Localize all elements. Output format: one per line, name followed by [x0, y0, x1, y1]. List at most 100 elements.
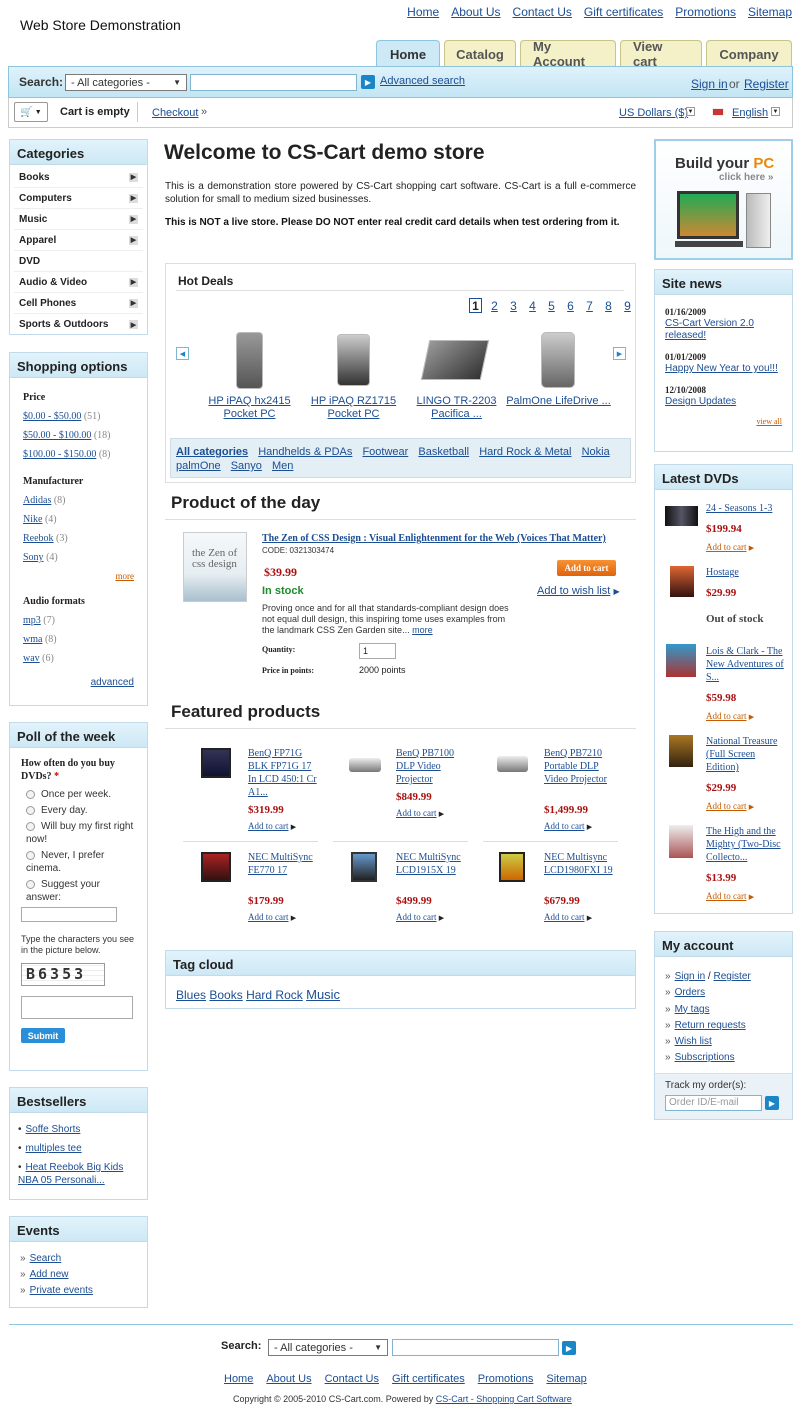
dvd-cover[interactable] — [669, 735, 693, 767]
product-image[interactable] — [541, 332, 575, 388]
currency-select[interactable]: US Dollars ($) — [619, 107, 688, 119]
account-wishlist-link[interactable]: Wish list — [665, 1034, 782, 1050]
cart-dropdown[interactable]: 🛒 ▼ — [14, 102, 48, 122]
carousel-next-button[interactable]: ▶ — [613, 347, 626, 360]
tab-my-account[interactable]: My Account — [520, 39, 616, 69]
featured-add-to-cart[interactable]: Add to cart ▶ — [544, 912, 592, 922]
search-category-select[interactable]: - All categories - ▼ — [65, 74, 187, 91]
featured-product-name[interactable]: NEC MultiSync FE770 17 — [248, 851, 318, 877]
page-number[interactable]: 4 — [526, 298, 539, 313]
sign-in-link[interactable]: Sign in — [691, 77, 728, 91]
hot-deal-category[interactable]: Footwear — [362, 446, 408, 458]
radio-button[interactable] — [26, 879, 35, 889]
hot-deal-category[interactable]: Basketball — [418, 446, 469, 458]
search-go-button[interactable]: ▶ — [361, 75, 375, 89]
hot-deal-category[interactable]: Handhelds & PDAs — [258, 446, 352, 458]
product-image[interactable] — [236, 332, 263, 389]
dvd-add-to-cart[interactable]: Add to cart ▶ — [706, 891, 754, 901]
tag-link[interactable]: Hard Rock — [246, 988, 303, 1002]
bestseller-item[interactable]: Heat Reebok Big Kids NBA 05 Personali... — [18, 1161, 139, 1187]
footer-search-input[interactable] — [392, 1339, 559, 1356]
footer-link-promotions[interactable]: Promotions — [478, 1373, 534, 1385]
track-order-go-button[interactable]: ▶ — [765, 1096, 779, 1110]
dvd-name[interactable]: The High and the Mighty (Two-Disc Collec… — [706, 825, 788, 864]
tag-link[interactable]: Blues — [176, 988, 206, 1002]
hot-deal-category[interactable]: Men — [272, 460, 293, 472]
dvd-name[interactable]: National Treasure (Full Screen Edition) — [706, 735, 788, 774]
footer-link-home[interactable]: Home — [224, 1373, 253, 1385]
page-number[interactable]: 9 — [621, 298, 634, 313]
product-image[interactable] — [420, 340, 490, 380]
featured-add-to-cart[interactable]: Add to cart ▶ — [248, 912, 296, 922]
captcha-input[interactable] — [21, 996, 133, 1019]
add-to-cart-button[interactable]: Add to cart — [557, 560, 616, 576]
top-link-home[interactable]: Home — [407, 5, 439, 19]
featured-product-name[interactable]: NEC MultiSync LCD1915X 19 — [396, 851, 466, 877]
poll-submit-button[interactable]: Submit — [21, 1028, 65, 1043]
featured-add-to-cart[interactable]: Add to cart ▶ — [544, 821, 592, 831]
manufacturer-option[interactable]: Reebok (3) — [23, 529, 134, 548]
category-audio-video[interactable]: Audio & Video ▶ — [14, 272, 143, 293]
page-number[interactable]: 3 — [507, 298, 520, 313]
featured-add-to-cart[interactable]: Add to cart ▶ — [396, 912, 444, 922]
poll-option[interactable]: Suggest your answer: — [26, 878, 136, 904]
featured-product-name[interactable]: BenQ FP71G BLK FP71G 17 In LCD 450:1 Cr … — [248, 747, 318, 799]
tab-view-cart[interactable]: View cart — [620, 39, 702, 69]
store-logo[interactable]: Web Store Demonstration — [20, 17, 181, 33]
dvd-name[interactable]: 24 - Seasons 1-3 — [706, 503, 788, 515]
footer-link-about[interactable]: About Us — [266, 1373, 311, 1385]
product-image[interactable] — [201, 748, 231, 778]
account-register-link[interactable]: Register — [713, 971, 750, 982]
dvd-cover[interactable] — [666, 644, 696, 677]
dvd-add-to-cart[interactable]: Add to cart ▶ — [706, 801, 754, 811]
top-link-sitemap[interactable]: Sitemap — [748, 5, 792, 19]
featured-add-to-cart[interactable]: Add to cart ▶ — [396, 808, 444, 818]
footer-link-sitemap[interactable]: Sitemap — [546, 1373, 586, 1385]
news-item[interactable]: CS-Cart Version 2.0 released! — [665, 318, 782, 342]
audio-option[interactable]: mp3 (7) — [23, 611, 134, 630]
footer-category-select[interactable]: - All categories - ▼ — [268, 1339, 388, 1356]
poll-option[interactable]: Every day. — [26, 804, 136, 817]
category-cell-phones[interactable]: Cell Phones ▶ — [14, 293, 143, 314]
hot-deal-category[interactable]: Nokia — [582, 446, 610, 458]
account-returns-link[interactable]: Return requests — [665, 1018, 782, 1034]
price-option[interactable]: $100.00 - $150.00 (8) — [23, 445, 134, 464]
track-order-input[interactable]: Order ID/E-mail — [665, 1095, 762, 1111]
page-number[interactable]: 5 — [545, 298, 558, 313]
page-number[interactable]: 8 — [602, 298, 615, 313]
hot-deal-category[interactable]: Hard Rock & Metal — [479, 446, 571, 458]
more-manufacturers-link[interactable]: more — [116, 571, 135, 581]
advanced-filter-link[interactable]: advanced — [91, 677, 134, 688]
category-books[interactable]: Books ▶ — [14, 167, 143, 188]
hot-deal-product[interactable]: PalmOne LifeDrive ... — [506, 395, 611, 408]
dvd-name[interactable]: Hostage — [706, 567, 788, 579]
category-dvd[interactable]: DVD — [14, 251, 143, 272]
dvd-add-to-cart[interactable]: Add to cart ▶ — [706, 542, 754, 552]
hot-deal-product[interactable]: HP iPAQ RZ1715 Pocket PC — [306, 395, 401, 421]
manufacturer-option[interactable]: Nike (4) — [23, 510, 134, 529]
event-link-search[interactable]: Search — [20, 1251, 137, 1267]
news-item[interactable]: Happy New Year to you!!! — [665, 363, 782, 375]
hot-deal-product[interactable]: LINGO TR-2203 Pacifica ... — [409, 395, 504, 421]
tab-home[interactable]: Home — [376, 40, 440, 68]
featured-product-name[interactable]: NEC Multisync LCD1980FXI 19 — [544, 851, 614, 877]
radio-button[interactable] — [26, 789, 35, 799]
account-subscriptions-link[interactable]: Subscriptions — [665, 1050, 782, 1066]
top-link-gift[interactable]: Gift certificates — [584, 5, 663, 19]
featured-product-name[interactable]: BenQ PB7210 Portable DLP Video Projector — [544, 747, 614, 786]
category-music[interactable]: Music ▶ — [14, 209, 143, 230]
poll-suggest-input[interactable] — [21, 907, 117, 922]
checkout-link[interactable]: Checkout — [152, 107, 198, 119]
register-link[interactable]: Register — [744, 77, 789, 91]
page-number[interactable]: 2 — [488, 298, 501, 313]
product-of-day-name[interactable]: The Zen of CSS Design : Visual Enlighten… — [262, 533, 622, 544]
price-option[interactable]: $0.00 - $50.00 (51) — [23, 407, 134, 426]
event-link-add-new[interactable]: Add new — [20, 1267, 137, 1283]
product-image[interactable] — [499, 852, 525, 882]
product-image[interactable] — [337, 334, 370, 386]
radio-button[interactable] — [26, 821, 35, 831]
manufacturer-option[interactable]: Sony (4) — [23, 548, 134, 567]
carousel-prev-button[interactable]: ◀ — [176, 347, 189, 360]
add-to-wishlist-link[interactable]: Add to wish list ▶ — [537, 585, 620, 597]
top-link-promotions[interactable]: Promotions — [675, 5, 736, 19]
